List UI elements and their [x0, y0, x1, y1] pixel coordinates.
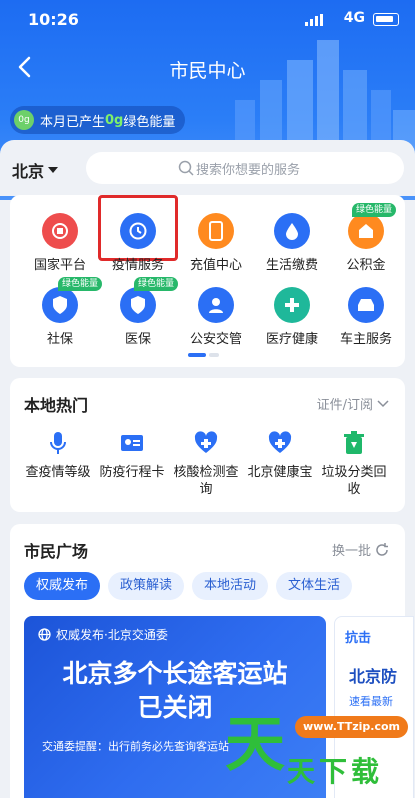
hot-item-nucleic-test[interactable]: 核酸检测查询: [168, 430, 244, 498]
status-time: 10:26: [28, 10, 79, 29]
id-card-icon: [121, 435, 143, 451]
service-label: 生活缴费: [265, 258, 318, 273]
energy-suffix: 绿色能量: [123, 114, 176, 130]
service-label: 充值中心: [189, 258, 242, 273]
tab-authoritative[interactable]: 权威发布: [24, 572, 101, 600]
hot-item-label: 垃圾分类回收: [321, 465, 387, 497]
tab-culture-sports[interactable]: 文体生活: [276, 572, 353, 600]
police-icon: [198, 287, 234, 323]
heart-plus-icon: [268, 431, 292, 453]
banner2-line1: 北京防: [349, 667, 398, 686]
medical-cross-icon: [274, 287, 310, 323]
refresh-icon: [376, 542, 388, 556]
refresh-label: 换一批: [331, 544, 371, 559]
page-dot-active: [188, 353, 206, 357]
page-dot: [209, 353, 219, 357]
hot-item-health-kit[interactable]: 北京健康宝: [242, 430, 318, 481]
search-row: 北京 搜索你想要的服务: [0, 140, 415, 196]
service-label: 国家平台: [33, 258, 86, 273]
leaf-badge-icon: 0g: [14, 110, 34, 130]
banner-headline-1: 北京多个长途客运站: [62, 659, 288, 688]
energy-value: 0g: [105, 112, 124, 128]
documents-subscribe-label: 证件/订阅: [316, 398, 373, 413]
clock-history-icon: [120, 213, 156, 249]
hot-item-label: 防疫行程卡: [99, 465, 165, 480]
search-icon: [178, 160, 194, 176]
hot-item-garbage-sorting[interactable]: 垃圾分类回收: [316, 430, 392, 498]
service-epidemic[interactable]: 疫情服务: [100, 213, 176, 273]
battery-icon: [373, 13, 399, 26]
green-energy-tag: 绿色能量: [352, 203, 397, 217]
signal-icon: [305, 14, 323, 26]
shield-social-icon: [42, 287, 78, 323]
service-housing-fund[interactable]: 公积金: [328, 213, 404, 273]
service-label: 医保: [124, 332, 151, 347]
service-medical-insurance[interactable]: 医保: [100, 287, 176, 347]
watermark: 天 www.TTzip.com 天下载: [225, 690, 415, 798]
shield-medical-icon: [120, 287, 156, 323]
tab-local-events[interactable]: 本地活动: [192, 572, 269, 600]
tab-policy[interactable]: 政策解读: [108, 572, 185, 600]
service-car-owner[interactable]: 车主服务: [328, 287, 404, 347]
phone-icon: [198, 213, 234, 249]
search-input[interactable]: 搜索你想要的服务: [86, 152, 404, 184]
search-placeholder: 搜索你想要的服务: [196, 162, 301, 178]
globe-icon: [38, 628, 51, 641]
hot-item-epidemic-level[interactable]: 查疫情等级: [20, 430, 96, 481]
service-utilities[interactable]: 生活缴费: [254, 213, 330, 273]
house-money-icon: [348, 213, 384, 249]
service-grid: 国家平台 疫情服务 充值中心 生活缴费 公积金 绿色能量 社保 绿色能量 医保 …: [10, 195, 405, 367]
green-energy-tag: 绿色能量: [58, 277, 103, 291]
water-drop-icon: [274, 213, 310, 249]
dropdown-arrow-icon: [48, 167, 59, 173]
recycle-bin-icon: [344, 431, 364, 454]
documents-subscribe-link[interactable]: 证件/订阅: [317, 394, 389, 413]
service-label: 社保: [46, 332, 73, 347]
microphone-icon: [50, 432, 66, 454]
national-emblem-icon: [42, 213, 78, 249]
energy-prefix: 本月已产生: [40, 114, 106, 130]
city-name: 北京: [12, 162, 45, 181]
hot-item-label: 查疫情等级: [25, 465, 91, 480]
page-indicator: [188, 353, 219, 357]
watermark-text: 天下载: [287, 755, 384, 788]
service-recharge[interactable]: 充值中心: [178, 213, 254, 273]
green-energy-pill[interactable]: 0g 本月已产生 0g 绿色能量: [10, 106, 186, 134]
service-healthcare[interactable]: 医疗健康: [254, 287, 330, 347]
banner-source: 权威发布·北京交通委: [38, 626, 168, 643]
banner-source-text: 权威发布·北京交通委: [56, 628, 168, 642]
car-icon: [348, 287, 384, 323]
service-label: 医疗健康: [265, 332, 318, 347]
network-type: 4G: [343, 10, 365, 26]
service-label: 疫情服务: [111, 258, 164, 273]
watermark-url: www.TTzip.com: [295, 716, 408, 738]
service-social-security[interactable]: 社保: [22, 287, 98, 347]
hot-item-label: 核酸检测查询: [173, 465, 239, 497]
refresh-button[interactable]: 换一批: [332, 540, 389, 559]
banner-note: 交通委提醒：出行前务必先查询客运站: [42, 740, 229, 753]
chevron-down-icon: [377, 399, 389, 407]
section-title: 本地热门: [24, 396, 89, 415]
plaza-tabs: 权威发布 政策解读 本地活动 文体生活: [24, 572, 353, 600]
service-public-security[interactable]: 公安交管: [178, 287, 254, 347]
banner2-header: 抗击: [345, 631, 372, 646]
hot-item-label: 北京健康宝: [247, 465, 313, 480]
service-label: 公积金: [346, 258, 386, 273]
local-hot-section: 本地热门 证件/订阅 查疫情等级 防疫行程卡 核酸检测查询 北京健康宝 垃圾分类…: [10, 378, 405, 512]
watermark-big-char: 天: [225, 710, 285, 780]
section-title: 市民广场: [24, 542, 89, 561]
green-energy-tag: 绿色能量: [134, 277, 179, 291]
hot-item-travel-card[interactable]: 防疫行程卡: [94, 430, 170, 481]
page-title: 市民中心: [169, 60, 246, 82]
service-label: 车主服务: [339, 332, 392, 347]
status-bar: 10:26 4G: [0, 0, 415, 40]
service-label: 公安交管: [189, 332, 242, 347]
city-selector[interactable]: 北京: [12, 158, 59, 182]
service-national-platform[interactable]: 国家平台: [22, 213, 98, 273]
heart-plus-icon: [194, 431, 218, 453]
